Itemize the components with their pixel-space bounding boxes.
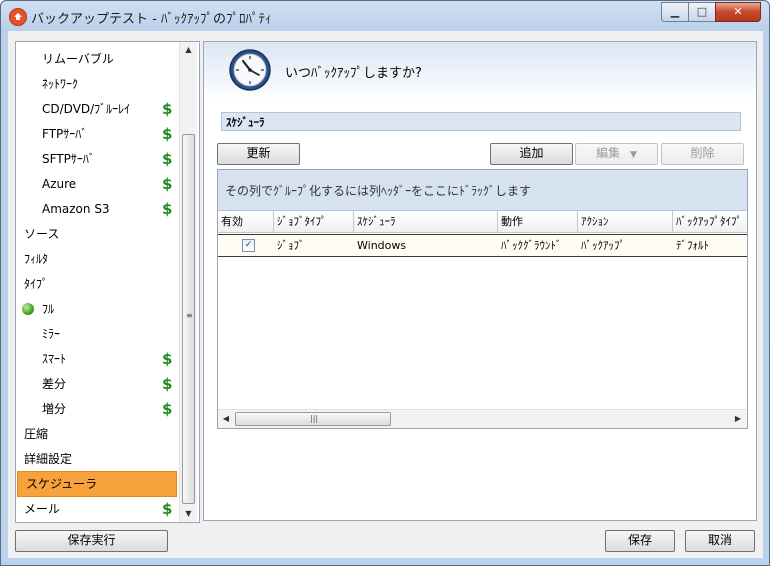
scroll-right-arrow-icon[interactable]: ▶	[730, 410, 746, 428]
window-title: バックアップテスト - ﾊﾞｯｸｱｯﾌﾟのﾌﾟﾛﾊﾟﾃｨ	[31, 12, 272, 27]
title-bar: バックアップテスト - ﾊﾞｯｸｱｯﾌﾟのﾌﾟﾛﾊﾟﾃｨ ▁ □ ✕	[1, 1, 769, 31]
sidebar-item[interactable]: ﾌｨﾙﾀ	[16, 247, 176, 271]
scroll-grip-icon: |||	[310, 414, 319, 423]
cell-action: ﾊﾞｯｸｱｯﾌﾟ	[581, 239, 625, 252]
sidebar-item[interactable]: ﾀｲﾌﾟ	[16, 272, 176, 296]
sidebar-item-label: ﾐﾗｰ	[42, 327, 61, 341]
dollar-icon: $	[162, 175, 173, 193]
minimize-button[interactable]: ▁	[661, 2, 689, 22]
sidebar-item-label: ﾀｲﾌﾟ	[24, 277, 49, 291]
sidebar-item-label: 詳細設定	[24, 452, 73, 466]
sidebar-item[interactable]: ｽﾏｰﾄ $	[16, 347, 176, 371]
scroll-left-arrow-icon[interactable]: ◀	[218, 410, 234, 428]
sidebar-item[interactable]: CD/DVD/ﾌﾞﾙｰﾚｲ $	[16, 97, 176, 121]
schedule-question: いつﾊﾞｯｸｱｯﾌﾟしますか?	[285, 66, 422, 81]
edit-button[interactable]: 編集 ▼	[575, 143, 658, 165]
sidebar-item-label: FTPｻｰﾊﾞ	[42, 127, 88, 141]
scroll-up-arrow-icon[interactable]: ▲	[180, 42, 197, 58]
column-header-job-type[interactable]: ｼﾞｮﾌﾞﾀｲﾌﾟ	[274, 211, 354, 233]
sidebar-item[interactable]: ソース	[16, 222, 176, 246]
sidebar-item-label: ﾈｯﾄﾜｰｸ	[42, 77, 79, 91]
scheduler-panel: いつﾊﾞｯｸｱｯﾌﾟしますか? ｽｹｼﾞｭｰﾗ 更新 追加 編集 ▼ 削除 その…	[203, 41, 757, 521]
chevron-down-icon: ▼	[629, 150, 637, 160]
dollar-icon: $	[162, 500, 173, 518]
add-button[interactable]: 追加	[490, 143, 573, 165]
cancel-button[interactable]: 取消	[685, 530, 755, 552]
scroll-grip-icon: ≡	[186, 311, 193, 320]
sidebar-item-label: CD/DVD/ﾌﾞﾙｰﾚｲ	[42, 102, 131, 116]
grid-horizontal-scrollbar[interactable]: ◀ ||| ▶	[218, 409, 747, 428]
sidebar-item-label: ソース	[24, 227, 60, 241]
sidebar-item[interactable]: 差分 $	[16, 372, 176, 396]
sidebar-item-label: ﾌｨﾙﾀ	[24, 252, 49, 266]
dollar-icon: $	[162, 350, 173, 368]
cell-job-type: ｼﾞｮﾌﾞ	[277, 239, 305, 252]
sidebar-nav: リムーバブル ﾈｯﾄﾜｰｸ CD/DVD/ﾌﾞﾙｰﾚｲ $ FTPｻｰﾊﾞ $ SFTPｻｰ…	[15, 41, 200, 523]
sidebar-item-label: Azure	[42, 177, 77, 191]
column-header-backup-type[interactable]: ﾊﾞｯｸｱｯﾌﾟﾀｲﾌﾟ	[673, 211, 747, 233]
horizontal-scroll-thumb[interactable]: |||	[235, 412, 391, 426]
column-header-scheduler[interactable]: ｽｹｼﾞｭｰﾗ	[354, 211, 498, 233]
group-by-area[interactable]: その列でｸﾞﾙｰﾌﾟ化するには列ﾍｯﾀﾞｰをここにﾄﾞﾗｯｸﾞします	[218, 170, 747, 211]
sidebar-item[interactable]: スケジューラ	[17, 471, 177, 497]
sidebar-item-label: メール	[24, 502, 61, 516]
scroll-down-arrow-icon[interactable]: ▼	[180, 506, 197, 522]
sidebar-item[interactable]: ﾐﾗｰ	[16, 322, 176, 346]
dollar-icon: $	[162, 150, 173, 168]
sidebar-item[interactable]: Amazon S3 $	[16, 197, 176, 221]
dollar-icon: $	[162, 375, 173, 393]
client-area: リムーバブル ﾈｯﾄﾜｰｸ CD/DVD/ﾌﾞﾙｰﾚｲ $ FTPｻｰﾊﾞ $ SFTPｻｰ…	[8, 31, 763, 558]
save-and-run-button[interactable]: 保存実行	[15, 530, 168, 552]
active-status-icon	[22, 303, 34, 315]
sidebar-item-label: スケジューラ	[26, 477, 98, 491]
sidebar-item-label: 差分	[42, 377, 67, 391]
cell-backup-type: ﾃﾞﾌｫﾙﾄ	[676, 239, 709, 252]
sidebar-item[interactable]: メール $	[16, 497, 176, 521]
enabled-checkbox[interactable]: ✓	[242, 239, 255, 252]
column-header-enabled[interactable]: 有効	[218, 211, 274, 233]
sidebar-item-label: SFTPｻｰﾊﾞ	[42, 152, 95, 166]
sidebar-item[interactable]: FTPｻｰﾊﾞ $	[16, 122, 176, 146]
sidebar-item-label: Amazon S3	[42, 202, 110, 216]
schedule-grid: その列でｸﾞﾙｰﾌﾟ化するには列ﾍｯﾀﾞｰをここにﾄﾞﾗｯｸﾞします 有効 ｼﾞ…	[217, 169, 748, 429]
close-button[interactable]: ✕	[715, 2, 761, 22]
section-header-scheduler: ｽｹｼﾞｭｰﾗ	[221, 112, 741, 131]
sidebar-item-label: ｽﾏｰﾄ	[42, 352, 67, 366]
sidebar-item[interactable]: 増分 $	[16, 397, 176, 421]
scrollbar-thumb[interactable]: ≡	[182, 134, 195, 504]
sidebar-item[interactable]: SFTPｻｰﾊﾞ $	[16, 147, 176, 171]
group-hint-text: その列でｸﾞﾙｰﾌﾟ化するには列ﾍｯﾀﾞｰをここにﾄﾞﾗｯｸﾞします	[225, 184, 532, 198]
table-row[interactable]: ✓ ｼﾞｮﾌﾞ Windows ﾊﾞｯｸｸﾞﾗｳﾝﾄﾞ ﾊﾞｯｸｱｯﾌﾟ ﾃﾞﾌ…	[218, 234, 747, 257]
properties-window: バックアップテスト - ﾊﾞｯｸｱｯﾌﾟのﾌﾟﾛﾊﾟﾃｨ ▁ □ ✕ リムーバブ…	[0, 0, 770, 566]
sidebar-item-label: 圧縮	[24, 427, 49, 441]
app-icon	[9, 8, 27, 26]
column-header-behavior[interactable]: 動作	[498, 211, 578, 233]
dollar-icon: $	[162, 200, 173, 218]
dollar-icon: $	[162, 100, 173, 118]
cell-behavior: ﾊﾞｯｸｸﾞﾗｳﾝﾄﾞ	[501, 239, 562, 252]
edit-button-label: 編集	[596, 146, 621, 160]
sidebar-scrollbar[interactable]: ▲ ≡ ▼	[179, 42, 197, 522]
header-band: いつﾊﾞｯｸｱｯﾌﾟしますか?	[204, 42, 756, 102]
refresh-button[interactable]: 更新	[217, 143, 300, 165]
sidebar-item-label: リムーバブル	[42, 52, 114, 66]
maximize-button[interactable]: □	[688, 2, 716, 22]
sidebar-item[interactable]: 圧縮	[16, 422, 176, 446]
column-header-action[interactable]: ｱｸｼｮﾝ	[578, 211, 673, 233]
dollar-icon: $	[162, 125, 173, 143]
cell-enabled[interactable]: ✓	[218, 235, 274, 256]
sidebar-item[interactable]: Azure $	[16, 172, 176, 196]
sidebar-item[interactable]: ﾈｯﾄﾜｰｸ	[16, 72, 176, 96]
clock-icon	[229, 49, 271, 91]
sidebar-item-label: 増分	[42, 402, 67, 416]
dollar-icon: $	[162, 400, 173, 418]
delete-button[interactable]: 削除	[661, 143, 744, 165]
sidebar-item[interactable]: 詳細設定	[16, 447, 176, 471]
save-button[interactable]: 保存	[605, 530, 675, 552]
sidebar-item[interactable]: リムーバブル	[16, 47, 176, 71]
sidebar-item-label: ﾌﾙ	[42, 302, 55, 316]
cell-scheduler: Windows	[357, 239, 407, 252]
sidebar-item[interactable]: ﾌﾙ	[16, 297, 176, 321]
